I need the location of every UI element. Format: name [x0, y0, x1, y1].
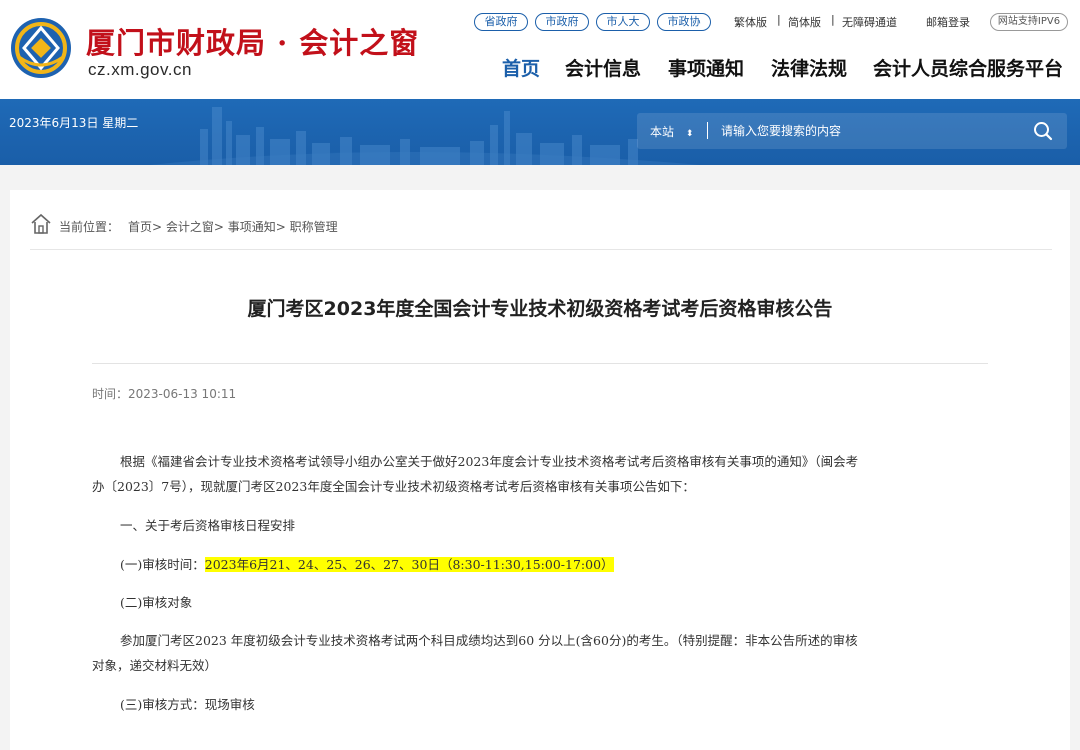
traditional-chinese-link[interactable]: 繁体版 — [734, 14, 767, 30]
review-method-item: (三)审核方式：现场审核 — [120, 697, 255, 712]
breadcrumb-separator: > — [213, 220, 228, 234]
publish-time: 时间：2023-06-13 10:11 — [92, 387, 237, 401]
accessibility-link[interactable]: 无障碍通道 — [842, 14, 897, 30]
review-time-label: (一)审核时间： — [120, 557, 205, 572]
nav-home[interactable]: 首页 — [502, 54, 540, 81]
nav-accounting-info[interactable]: 会计信息 — [565, 54, 641, 81]
separator: | — [831, 13, 835, 26]
article-card: 当前位置： 首页> 会计之窗> 事项通知> 职称管理 厦门考区2023年度全国会… — [10, 190, 1070, 750]
gov-link-npc[interactable]: 市人大 — [596, 13, 650, 31]
breadcrumb-notices[interactable]: 事项通知 — [228, 220, 276, 234]
breadcrumb-separator: > — [275, 220, 290, 234]
current-date: 2023年6月13日 星期二 — [9, 116, 139, 130]
review-time-item: (一)审核时间：2023年6月21、24、25、26、27、30日（8:30-1… — [92, 552, 988, 577]
site-name[interactable]: 厦门市财政局 · 会计之窗 — [86, 20, 419, 62]
review-target-heading: (二)审核对象 — [120, 595, 193, 610]
search-divider — [707, 122, 708, 139]
sort-arrows-icon: ⬍ — [685, 129, 694, 139]
mail-login-link[interactable]: 邮箱登录 — [926, 14, 970, 30]
breadcrumb-accounting-window[interactable]: 会计之窗 — [166, 220, 214, 234]
separator: | — [777, 13, 781, 26]
site-domain: cz.xm.gov.cn — [88, 60, 192, 79]
breadcrumb-home[interactable]: 首页 — [128, 220, 152, 234]
breadcrumb-separator: > — [152, 220, 166, 234]
nav-laws[interactable]: 法律法规 — [771, 54, 847, 81]
breadcrumb-label: 当前位置： — [59, 220, 120, 234]
article-title: 厦门考区2023年度全国会计专业技术初级资格考试考后资格审核公告 — [247, 298, 833, 320]
section-heading: 一、关于考后资格审核日程安排 — [120, 518, 296, 533]
nav-notices[interactable]: 事项通知 — [668, 54, 744, 81]
search-scope-label: 本站 — [650, 125, 675, 139]
paragraph-line: 对象，递交材料无效） — [92, 658, 218, 673]
search-scope-select[interactable]: 本站 ⬍ — [650, 123, 693, 140]
home-icon — [31, 213, 51, 234]
paragraph-line: 办〔2023〕7号），现就厦门考区2023年度全国会计专业技术初级资格考试考后资… — [92, 479, 695, 494]
nav-accountant-service-platform[interactable]: 会计人员综合服务平台 — [873, 54, 1063, 81]
breadcrumb-title-management[interactable]: 职称管理 — [290, 220, 338, 234]
ipv6-badge: 网站支持IPV6 — [990, 13, 1068, 31]
gov-link-city[interactable]: 市政府 — [535, 13, 589, 31]
search-input[interactable] — [721, 119, 1021, 143]
paragraph-line: 参加厦门考区2023 年度初级会计专业技术资格考试两个科目成绩均达到60 分以上… — [120, 633, 858, 648]
divider — [92, 363, 988, 364]
finance-bureau-emblem-icon[interactable] — [10, 17, 72, 79]
review-time-value: 2023年6月21、24、25、26、27、30日（8:30-11:30,15:… — [204, 557, 614, 572]
search-icon[interactable] — [1033, 121, 1053, 141]
search-box: 本站 ⬍ — [637, 113, 1067, 149]
paragraph-line: 根据《福建省会计专业技术资格考试领导小组办公室关于做好2023年度会计专业技术资… — [120, 454, 859, 469]
site-header: 厦门市财政局 · 会计之窗 cz.xm.gov.cn 省政府 市政府 市人大 市… — [0, 0, 1080, 99]
gov-link-cppcc[interactable]: 市政协 — [657, 13, 711, 31]
gov-link-province[interactable]: 省政府 — [474, 13, 528, 31]
divider — [30, 249, 1052, 250]
simplified-chinese-link[interactable]: 简体版 — [788, 14, 821, 30]
banner: 2023年6月13日 星期二 本站 ⬍ — [0, 99, 1080, 165]
